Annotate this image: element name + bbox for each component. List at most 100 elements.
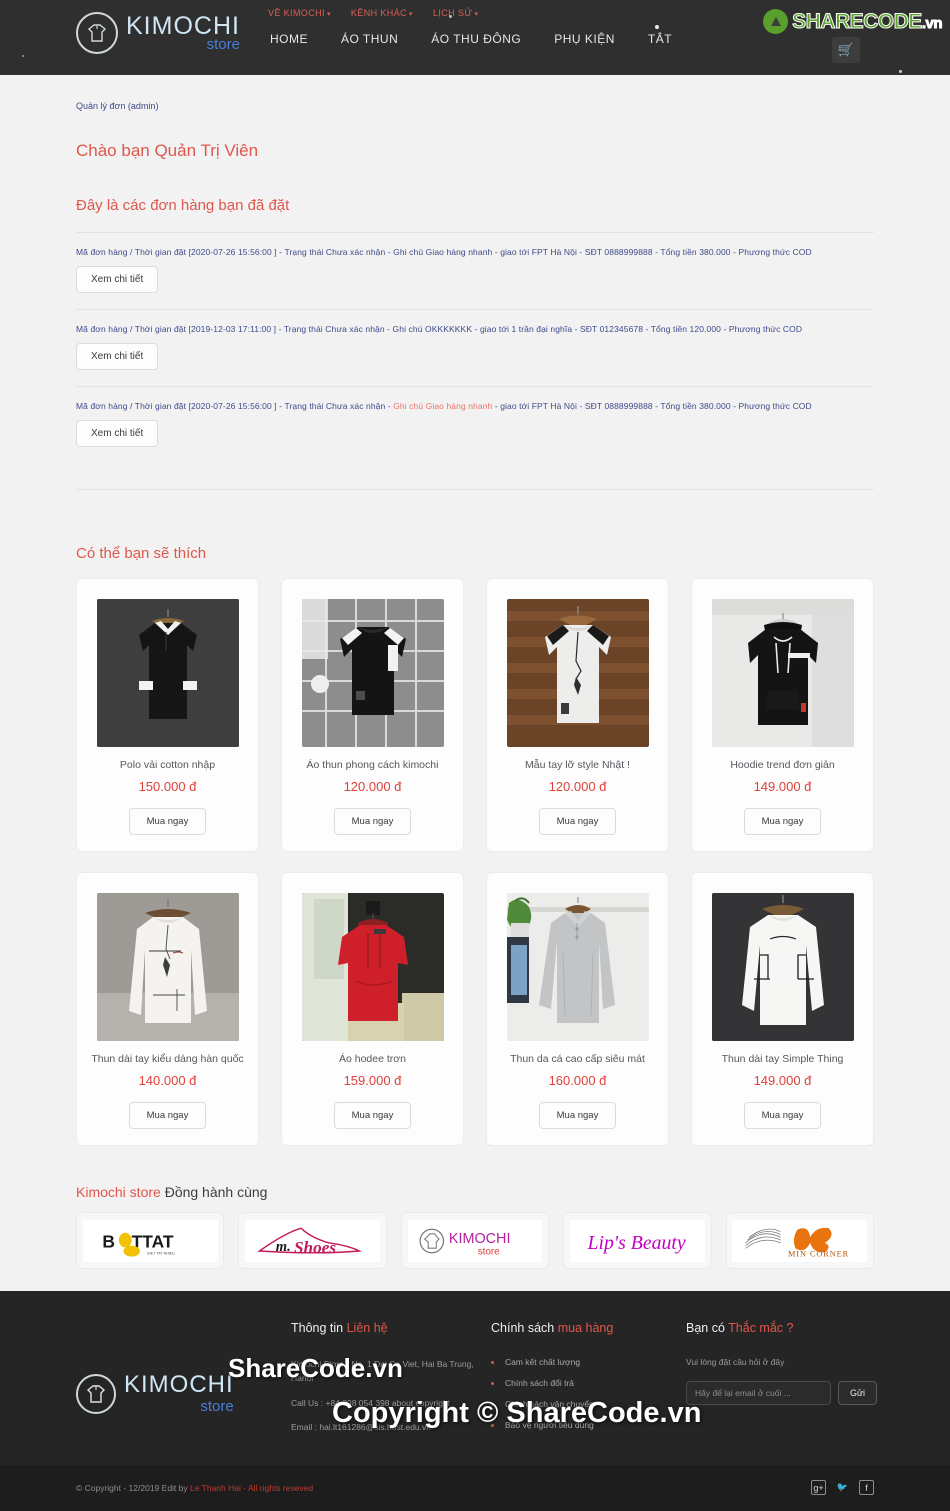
chevron-down-icon: ▾ bbox=[409, 11, 413, 18]
partners-list: B TTAT BIET TAT NHIEU m. Shoes KIMOCHI s… bbox=[76, 1212, 874, 1291]
nav-ao-thun[interactable]: ÁO THUN bbox=[341, 32, 398, 46]
facebook-icon[interactable]: f bbox=[859, 1480, 874, 1496]
buy-now-button[interactable]: Mua ngay bbox=[538, 808, 617, 835]
contact-address: Kimochi Store - No. 1 Dai Co Viet, Hai B… bbox=[291, 1359, 474, 1384]
svg-text:B: B bbox=[103, 1231, 116, 1251]
footer-question-column: Bạn có Thắc mắc ? Vui lòng đặt câu hỏi ở… bbox=[686, 1321, 878, 1445]
product-card[interactable]: Áo hodee trơn 159.000 đ Mua ngay bbox=[281, 872, 464, 1146]
buy-now-button[interactable]: Mua ngay bbox=[538, 1102, 617, 1129]
chevron-down-icon: ▾ bbox=[326, 11, 331, 18]
buy-now-button[interactable]: Mua ngay bbox=[743, 1102, 822, 1129]
orders-section-title: Đây là các đơn hàng bạn đã đặt bbox=[76, 197, 290, 214]
question-title: Bạn có Thắc mắc ? bbox=[686, 1321, 794, 1335]
header-nav-wrapper: VỀ KIMOCHI ▾ KÊNH KHÁC ▾ LỊCH SỬ ▾ HOME ÁO … bbox=[258, 0, 672, 46]
svg-text:store: store bbox=[478, 1246, 500, 1257]
buy-now-button[interactable]: Mua ngay bbox=[128, 1102, 207, 1129]
secondary-nav: VỀ KIMOCHI ▾ KÊNH KHÁC ▾ LỊCH SỬ ▾ bbox=[258, 8, 672, 18]
cart-button[interactable]: 🛒 bbox=[832, 37, 860, 63]
order-summary-text: Mã đơn hàng / Thời gian đặt [2019-12-03 … bbox=[76, 324, 803, 334]
nav-lich-su[interactable]: LỊCH SỬ ▾ bbox=[433, 8, 478, 18]
decor-dot bbox=[899, 70, 902, 73]
product-image-tee-white-wood bbox=[506, 599, 649, 747]
google-plus-icon[interactable]: g+ bbox=[811, 1480, 826, 1496]
page-title: Chào bạn Quản Trị Viên bbox=[76, 141, 259, 160]
product-card[interactable]: Thun dài tay Simple Thing 149.000 đ Mua … bbox=[691, 872, 874, 1146]
product-price: 149.000 đ bbox=[753, 779, 812, 794]
product-name: Hoodie trend đơn giản bbox=[730, 759, 835, 771]
decor-dot bbox=[22, 55, 24, 57]
product-card[interactable]: Thun dài tay kiểu dáng hàn quốc 140.000 … bbox=[76, 872, 259, 1146]
view-detail-button[interactable]: Xem chi tiết bbox=[76, 420, 159, 447]
policy-item[interactable]: Chính sách vận chuyển bbox=[491, 1399, 686, 1409]
contact-phone: Call Us : +84 398 054 398 about copyrigh… bbox=[291, 1397, 451, 1408]
product-card[interactable]: Polo vải cotton nhập 150.000 đ Mua ngay bbox=[76, 578, 259, 852]
view-detail-button[interactable]: Xem chi tiết bbox=[76, 266, 159, 293]
lipsbeauty-logo-icon: Lip's Beauty bbox=[570, 1219, 705, 1262]
main-content: Quản lý đơn (admin) Chào bạn Quản Trị Vi… bbox=[0, 75, 950, 1291]
product-image-sweat-white-simple bbox=[711, 893, 854, 1041]
send-button[interactable]: Gửi bbox=[838, 1381, 878, 1405]
email-field[interactable] bbox=[686, 1381, 831, 1405]
buy-now-button[interactable]: Mua ngay bbox=[333, 808, 412, 835]
nav-home[interactable]: HOME bbox=[270, 32, 308, 46]
buy-now-button[interactable]: Mua ngay bbox=[128, 808, 207, 835]
breadcrumb: Quản lý đơn (admin) bbox=[76, 101, 159, 111]
svg-text:m.: m. bbox=[275, 1238, 290, 1254]
twitter-icon[interactable]: 🐦 bbox=[835, 1480, 850, 1495]
partner-card-mincorner[interactable]: MIN CORNER bbox=[725, 1212, 874, 1269]
product-card[interactable]: Hoodie trend đơn giản 149.000 đ Mua ngay bbox=[691, 578, 874, 852]
sharecode-wordmark: SHARECODE.vn bbox=[792, 9, 943, 33]
product-price: 149.000 đ bbox=[753, 1073, 812, 1088]
nav-kenh-khac[interactable]: KÊNH KHÁC ▾ bbox=[351, 8, 413, 18]
product-price: 160.000 đ bbox=[548, 1073, 607, 1088]
site-footer: KIMOCHI store Thông tin Liên hệ Kimochi … bbox=[0, 1291, 950, 1465]
sharecode-logo-icon bbox=[763, 9, 789, 34]
product-card[interactable]: Thun da cá cao cấp siêu mát 160.000 đ Mu… bbox=[486, 872, 669, 1146]
nav-ao-thu-dong[interactable]: ÁO THU ĐÔNG bbox=[431, 32, 521, 46]
footer-logo: KIMOCHI store bbox=[76, 1321, 291, 1445]
buy-now-button[interactable]: Mua ngay bbox=[333, 1102, 412, 1129]
sharecode-watermark: SHARECODE.vn bbox=[763, 9, 943, 34]
product-image-longsleeve-white bbox=[96, 893, 239, 1041]
contact-title: Thông tin Liên hệ bbox=[291, 1321, 388, 1335]
partner-card-lipsbeauty[interactable]: Lip's Beauty bbox=[563, 1212, 712, 1269]
policy-item[interactable]: Cam kết chất lượng bbox=[491, 1357, 686, 1367]
brand-logo[interactable]: KIMOCHI store bbox=[76, 12, 240, 54]
view-detail-button[interactable]: Xem chi tiết bbox=[76, 343, 159, 370]
partner-card-mrshoes[interactable]: m. Shoes bbox=[238, 1212, 387, 1269]
nav-ve-kimochi[interactable]: VỀ KIMOCHI ▾ bbox=[268, 8, 331, 18]
page-root: KIMOCHI store VỀ KIMOCHI ▾ KÊNH KHÁC ▾ LỊC… bbox=[0, 0, 950, 1511]
policy-item[interactable]: Bảo vệ người tiêu dùng bbox=[491, 1420, 686, 1430]
contact-email: Email : hai.lt161286@sis.hust.edu.vn bbox=[291, 1422, 431, 1433]
footer-brand-sub: store bbox=[200, 1398, 234, 1416]
order-summary-text: Mã đơn hàng / Thời gian đặt [2020-07-26 … bbox=[76, 401, 812, 411]
mrshoes-logo-icon: m. Shoes bbox=[245, 1219, 380, 1262]
primary-nav: HOME ÁO THUN ÁO THU ĐÔNG PHỤ KIỆN TẮT bbox=[258, 25, 672, 46]
svg-text:MIN CORNER: MIN CORNER bbox=[788, 1249, 849, 1258]
nav-tat[interactable]: TẮT bbox=[648, 25, 672, 46]
question-hint: Vui lòng đặt câu hỏi ở đây bbox=[686, 1357, 785, 1367]
nav-phu-kien[interactable]: PHỤ KIỆN bbox=[554, 32, 615, 46]
copyright-bar: © Copyright - 12/2019 Edit by Le Thanh H… bbox=[0, 1464, 950, 1511]
product-name: Thun dài tay kiểu dáng hàn quốc bbox=[91, 1053, 244, 1065]
svg-text:BIET TAT NHIEU: BIET TAT NHIEU bbox=[147, 1251, 175, 1255]
product-price: 120.000 đ bbox=[548, 779, 607, 794]
orders-divider bbox=[76, 489, 874, 490]
mincorner-logo-icon: MIN CORNER bbox=[732, 1219, 868, 1262]
product-image-polo-black bbox=[96, 599, 239, 747]
product-name: Thun da cá cao cấp siêu mát bbox=[510, 1053, 645, 1065]
product-card[interactable]: Áo thun phong cách kimochi 120.000 đ Mua… bbox=[281, 578, 464, 852]
product-grid-row-1: Polo vải cotton nhập 150.000 đ Mua ngay bbox=[76, 578, 874, 852]
product-price: 150.000 đ bbox=[138, 779, 197, 794]
product-price: 140.000 đ bbox=[138, 1073, 197, 1088]
product-price: 159.000 đ bbox=[343, 1073, 402, 1088]
buy-now-button[interactable]: Mua ngay bbox=[743, 808, 822, 835]
order-row: Mã đơn hàng / Thời gian đặt [2020-07-26 … bbox=[76, 232, 874, 309]
order-row: Mã đơn hàng / Thời gian đặt [2019-12-03 … bbox=[76, 309, 874, 386]
partner-card-kimochi[interactable]: KIMOCHI store bbox=[400, 1212, 550, 1269]
tshirt-in-circle-icon bbox=[76, 12, 118, 54]
kimochi-logo-icon: KIMOCHI store bbox=[407, 1219, 543, 1262]
partner-card-bittat[interactable]: B TTAT BIET TAT NHIEU bbox=[76, 1212, 225, 1269]
product-card[interactable]: Mẫu tay lỡ style Nhật ! 120.000 đ Mua ng… bbox=[486, 578, 669, 852]
policy-item[interactable]: Chính sách đổi trả bbox=[491, 1378, 686, 1388]
